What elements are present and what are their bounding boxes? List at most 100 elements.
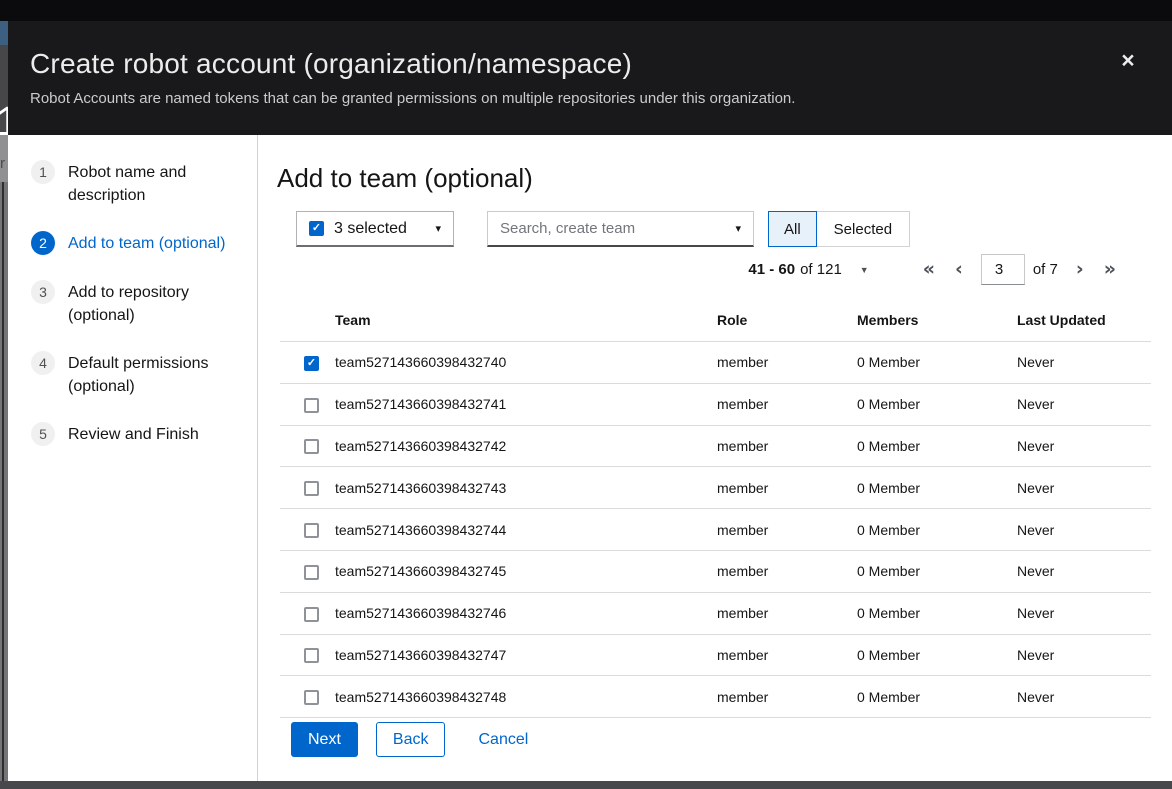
- create-robot-account-modal: Create robot account (organization/names…: [8, 21, 1172, 781]
- team-name: team527143660398432746: [335, 592, 717, 634]
- team-members-count: 0 Member: [857, 676, 1017, 718]
- search-input[interactable]: [500, 220, 735, 237]
- team-role: member: [717, 509, 857, 551]
- last-page-icon[interactable]: »: [1094, 260, 1126, 279]
- wizard-step-list: 1 Robot name and description 2 Add to te…: [8, 135, 258, 781]
- filter-toggle-group: All Selected: [768, 211, 910, 247]
- wizard-main-panel: Add to team (optional) ✓ 3 selected ▾ ▾ …: [258, 135, 1172, 781]
- pager-controls: « ‹ of 7 › »: [913, 254, 1126, 285]
- row-checkbox[interactable]: ✓: [304, 565, 319, 580]
- team-members-count: 0 Member: [857, 342, 1017, 384]
- total-pages-label: of 7: [1033, 261, 1058, 278]
- step-number-badge: 4: [31, 351, 55, 375]
- role-column-header: Role: [717, 299, 857, 342]
- background-nav-highlight: [0, 21, 8, 45]
- toggle-selected-button[interactable]: Selected: [817, 211, 910, 247]
- first-page-icon[interactable]: «: [913, 260, 945, 279]
- table-row: ✓ team527143660398432743 member 0 Member…: [280, 467, 1151, 509]
- team-role: member: [717, 342, 857, 384]
- row-checkbox[interactable]: ✓: [304, 398, 319, 413]
- team-name: team527143660398432740: [335, 342, 717, 384]
- next-button[interactable]: Next: [291, 722, 358, 757]
- team-role: member: [717, 634, 857, 676]
- check-icon: ✓: [307, 358, 316, 369]
- team-last-updated: Never: [1017, 634, 1151, 676]
- background-heading-fragment: 1: [0, 98, 8, 135]
- wizard-step[interactable]: 1 Robot name and description: [31, 160, 257, 207]
- wizard-step[interactable]: 2 Add to team (optional): [31, 231, 257, 255]
- team-name: team527143660398432744: [335, 509, 717, 551]
- team-search-select: ▾: [487, 211, 754, 247]
- chevron-down-icon[interactable]: ▾: [735, 222, 741, 235]
- toggle-all-button[interactable]: All: [768, 211, 817, 247]
- back-button[interactable]: Back: [376, 722, 446, 757]
- check-icon: ✓: [312, 223, 321, 234]
- last-updated-column-header: Last Updated: [1017, 299, 1151, 342]
- step-number-badge: 1: [31, 160, 55, 184]
- team-members-count: 0 Member: [857, 425, 1017, 467]
- row-checkbox-cell: ✓: [280, 634, 335, 676]
- team-column-header: Team: [335, 299, 717, 342]
- background-text-fragment: r: [0, 155, 5, 172]
- chevron-down-icon: ▾: [435, 222, 441, 235]
- team-last-updated: Never: [1017, 342, 1151, 384]
- modal-description: Robot Accounts are named tokens that can…: [30, 90, 1112, 107]
- team-members-count: 0 Member: [857, 383, 1017, 425]
- toolbar: ✓ 3 selected ▾ ▾ All Selected: [296, 211, 1152, 247]
- panel-heading: Add to team (optional): [277, 163, 1152, 194]
- table-row: ✓ team527143660398432742 member 0 Member…: [280, 425, 1151, 467]
- team-table-body: ✓ team527143660398432740 member 0 Member…: [280, 342, 1151, 718]
- teams-table: Team Role Members Last Updated ✓ team527…: [280, 299, 1151, 718]
- row-checkbox[interactable]: ✓: [304, 523, 319, 538]
- step-number-badge: 2: [31, 231, 55, 255]
- team-name: team527143660398432748: [335, 676, 717, 718]
- members-column-header: Members: [857, 299, 1017, 342]
- step-number-badge: 3: [31, 280, 55, 304]
- team-members-count: 0 Member: [857, 592, 1017, 634]
- pagination-menu-toggle[interactable]: 41 - 60 of 121 ▼: [748, 261, 868, 278]
- team-name: team527143660398432743: [335, 467, 717, 509]
- next-page-icon[interactable]: ›: [1066, 260, 1094, 279]
- pagination: 41 - 60 of 121 ▼ « ‹ of 7 › »: [277, 253, 1152, 286]
- step-label: Add to repository (optional): [68, 280, 226, 327]
- row-checkbox[interactable]: ✓: [304, 481, 319, 496]
- current-page-input[interactable]: [981, 254, 1025, 285]
- row-checkbox-cell: ✓: [280, 509, 335, 551]
- modal-title: Create robot account (organization/names…: [30, 48, 1112, 80]
- team-role: member: [717, 592, 857, 634]
- row-checkbox-cell: ✓: [280, 592, 335, 634]
- row-checkbox[interactable]: ✓: [304, 356, 319, 371]
- cancel-button[interactable]: Cancel: [478, 722, 528, 757]
- bulk-select-dropdown[interactable]: ✓ 3 selected ▾: [296, 211, 454, 247]
- close-icon[interactable]: ×: [1116, 48, 1140, 72]
- step-label: Add to team (optional): [68, 231, 226, 255]
- team-role: member: [717, 550, 857, 592]
- team-role: member: [717, 676, 857, 718]
- step-label: Robot name and description: [68, 160, 226, 207]
- row-checkbox[interactable]: ✓: [304, 439, 319, 454]
- pagination-total: of 121: [800, 261, 842, 278]
- team-last-updated: Never: [1017, 592, 1151, 634]
- table-row: ✓ team527143660398432741 member 0 Member…: [280, 383, 1151, 425]
- row-checkbox[interactable]: ✓: [304, 607, 319, 622]
- team-role: member: [717, 425, 857, 467]
- background-panel-edge: [0, 182, 8, 789]
- wizard-step[interactable]: 3 Add to repository (optional): [31, 280, 257, 327]
- row-checkbox-cell: ✓: [280, 676, 335, 718]
- team-name: team527143660398432747: [335, 634, 717, 676]
- row-checkbox[interactable]: ✓: [304, 690, 319, 705]
- table-row: ✓ team527143660398432740 member 0 Member…: [280, 342, 1151, 384]
- wizard-step[interactable]: 5 Review and Finish: [31, 422, 257, 446]
- previous-page-icon[interactable]: ‹: [945, 260, 973, 279]
- row-checkbox-cell: ✓: [280, 550, 335, 592]
- page-top-bar: [0, 0, 1172, 21]
- wizard-footer: Next Back Cancel: [291, 722, 528, 757]
- team-last-updated: Never: [1017, 550, 1151, 592]
- table-row: ✓ team527143660398432748 member 0 Member…: [280, 676, 1151, 718]
- row-checkbox[interactable]: ✓: [304, 648, 319, 663]
- pagination-range: 41 - 60: [748, 261, 795, 278]
- bulk-select-checkbox[interactable]: ✓: [309, 221, 324, 236]
- table-row: ✓ team527143660398432747 member 0 Member…: [280, 634, 1151, 676]
- wizard-step[interactable]: 4 Default permissions (optional): [31, 351, 257, 398]
- team-members-count: 0 Member: [857, 467, 1017, 509]
